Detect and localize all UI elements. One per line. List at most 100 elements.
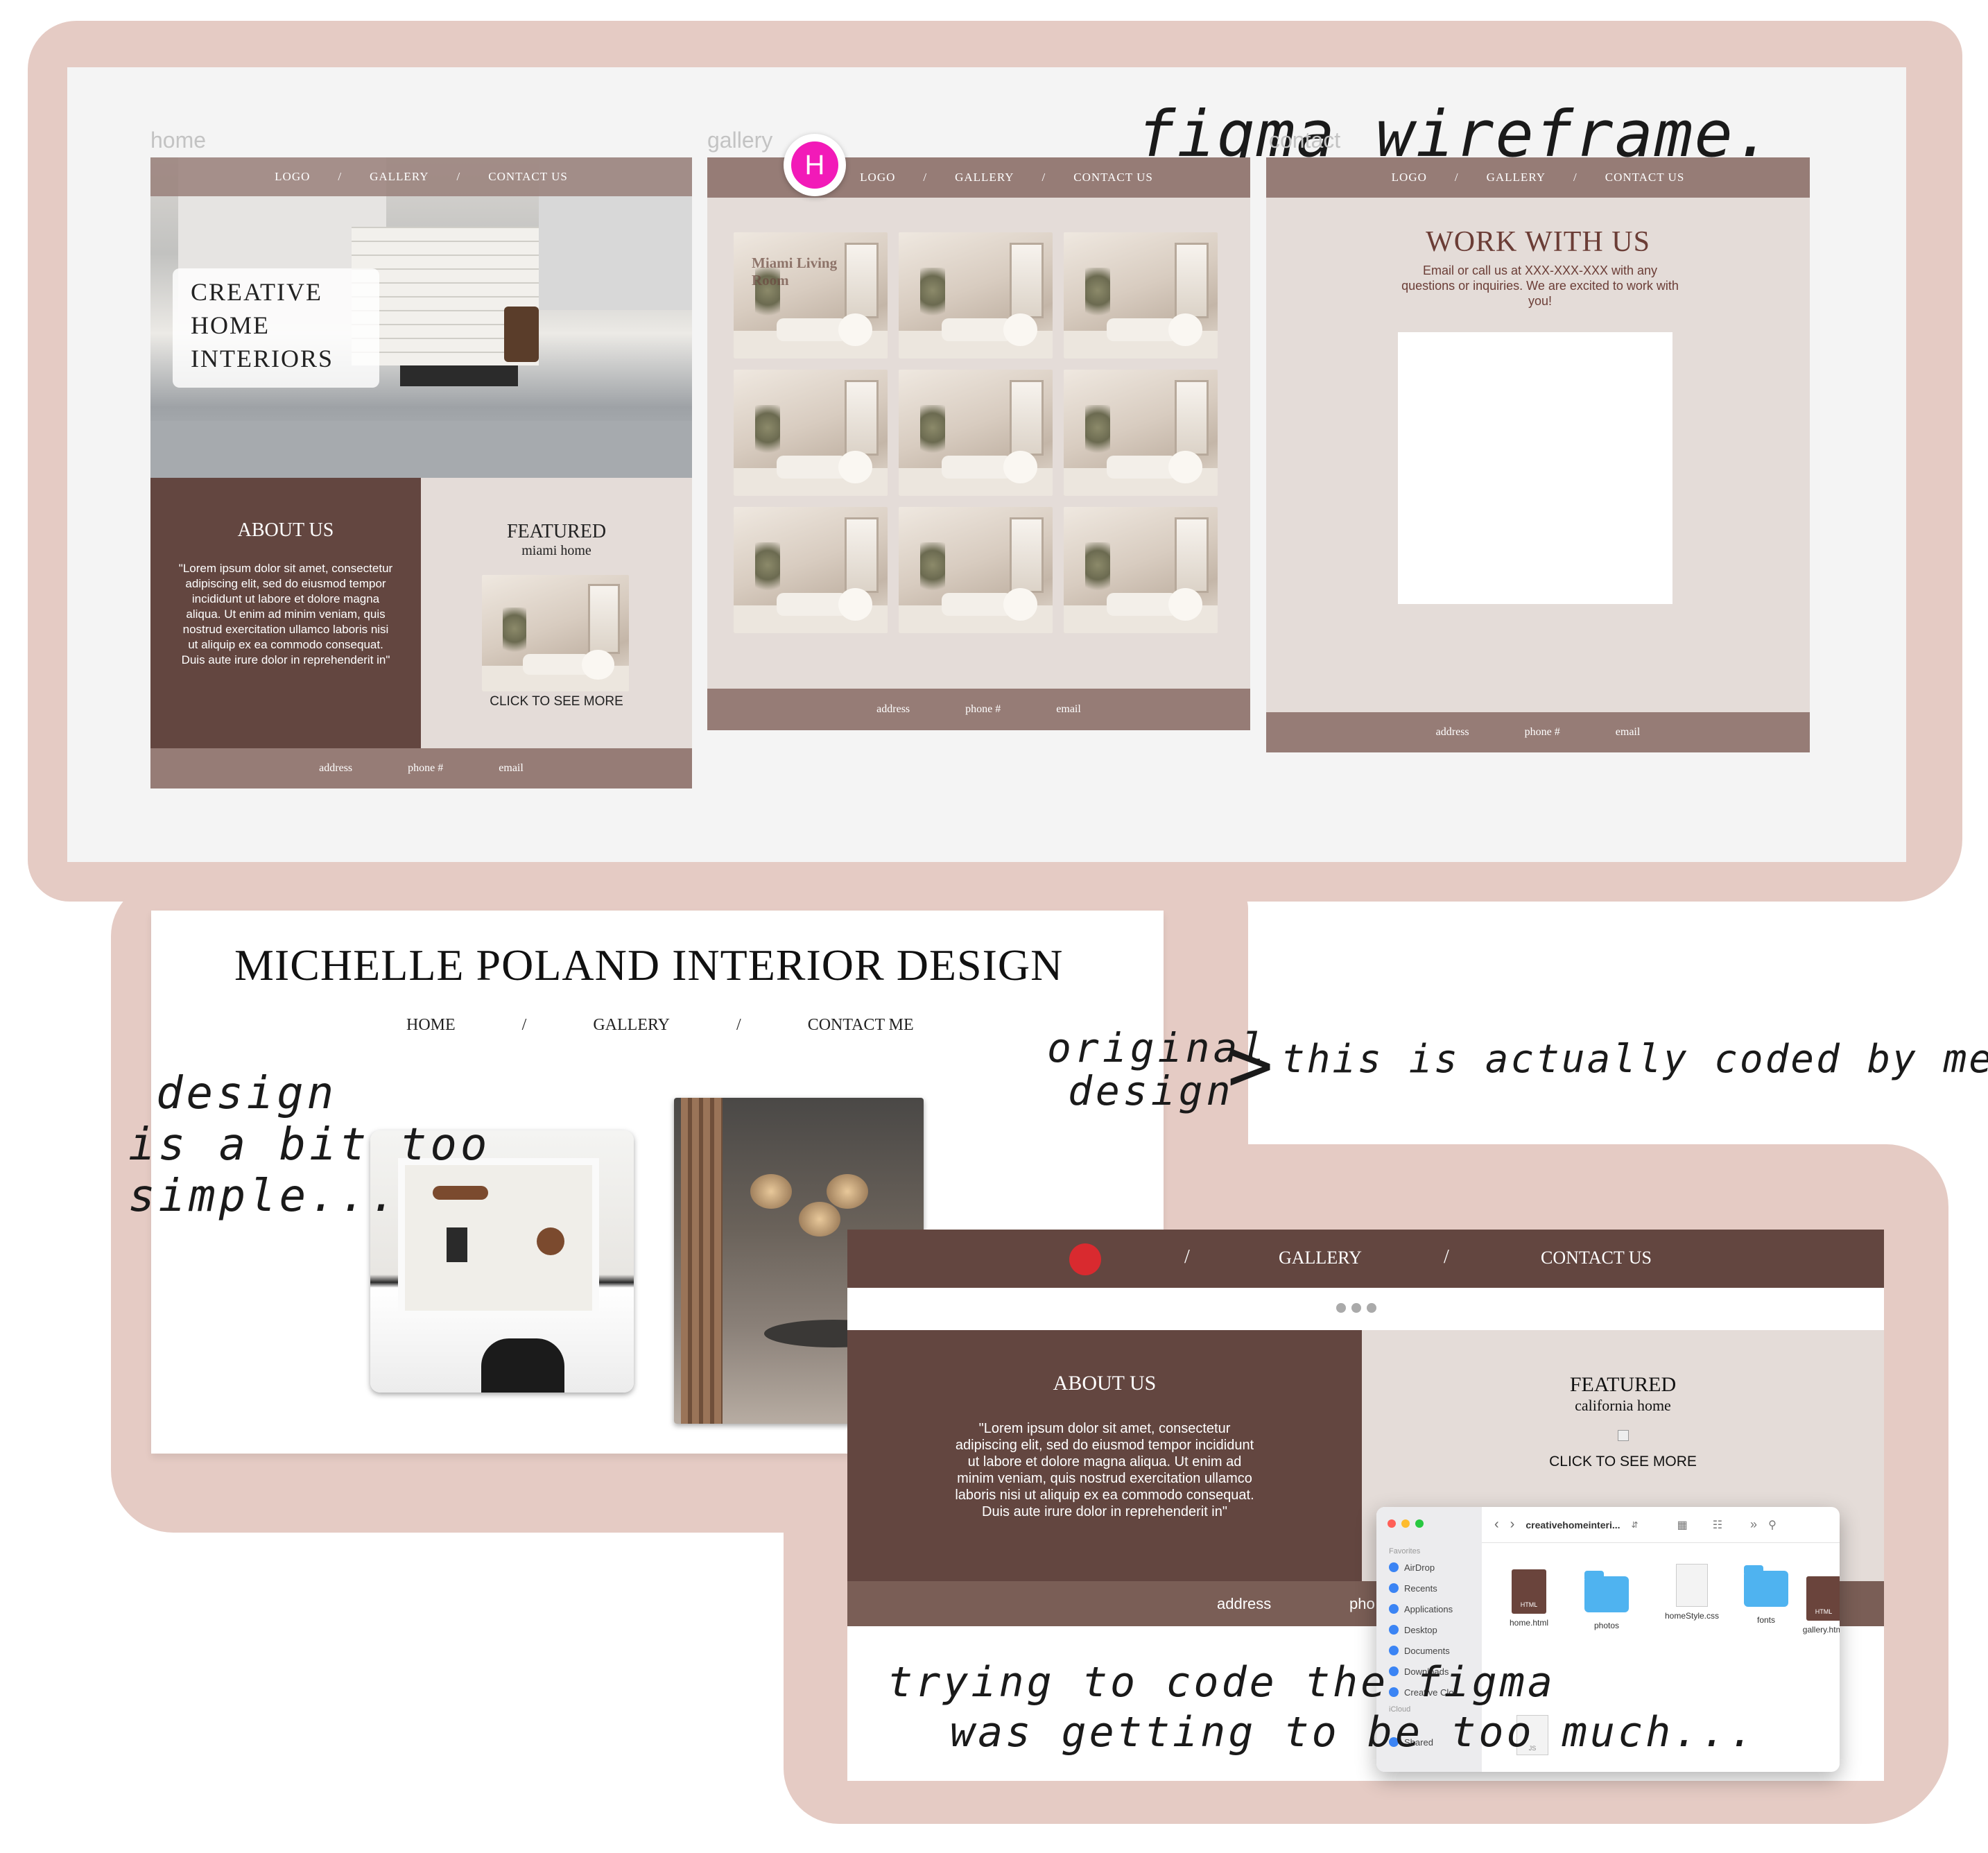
- dot-icon: [1336, 1303, 1346, 1313]
- home-featured-panel: FEATURED miami home CLICK TO SEE MORE: [421, 478, 692, 748]
- annotation-too-much-line-2: was getting to be too much...: [950, 1708, 1757, 1757]
- home-nav-gallery[interactable]: GALLERY: [370, 170, 429, 184]
- finder-toolbar: ‹ › creativehomeinteri... ⇵ ▦ ☷ » ⚲: [1482, 1507, 1840, 1543]
- sidebar-item-applications[interactable]: Applications: [1389, 1598, 1475, 1619]
- annotation-too-much-line-1: trying to code the figma: [888, 1658, 1555, 1707]
- gallery-tile[interactable]: [899, 370, 1053, 496]
- hero-title-line-3: INTERIORS: [191, 345, 334, 372]
- original-nav-gallery[interactable]: GALLERY: [593, 1016, 670, 1035]
- css-file-icon: [1676, 1564, 1708, 1607]
- home-footer-phone: phone #: [408, 762, 444, 774]
- home-nav: LOGO / GALLERY / CONTACT US: [150, 157, 692, 196]
- home-featured-subtitle: miami home: [521, 543, 591, 558]
- gallery-tile[interactable]: [734, 370, 888, 496]
- gallery-tile[interactable]: [1064, 370, 1218, 496]
- coded-featured-title: FEATURED: [1569, 1373, 1677, 1396]
- figma-user-avatar[interactable]: H: [784, 134, 846, 196]
- home-about-text: "Lorem ipsum dolor sit amet, consectetur…: [178, 562, 393, 666]
- original-nav-sep2: /: [736, 1016, 741, 1034]
- folder-photos[interactable]: photos: [1579, 1571, 1634, 1630]
- coded-featured-cta[interactable]: CLICK TO SEE MORE: [1362, 1454, 1884, 1470]
- desktop-icon: [1389, 1625, 1399, 1635]
- home-about-title: ABOUT US: [237, 519, 334, 541]
- gallery-tile[interactable]: [1064, 507, 1218, 633]
- coded-featured-subtitle: california home: [1575, 1397, 1671, 1414]
- sidebar-item-recents[interactable]: Recents: [1389, 1578, 1475, 1598]
- original-nav-sep1: /: [521, 1016, 527, 1034]
- home-frame: LOGO / GALLERY / CONTACT US CREATIVE HOM…: [150, 157, 692, 788]
- file-homestyle-css[interactable]: homeStyle.css: [1654, 1564, 1730, 1621]
- gallery-tile[interactable]: [899, 507, 1053, 633]
- home-featured-cta[interactable]: CLICK TO SEE MORE: [421, 694, 692, 709]
- gallery-tile[interactable]: [899, 232, 1053, 359]
- home-about-panel: ABOUT US "Lorem ipsum dolor sit amet, co…: [150, 478, 421, 748]
- original-site-title: MICHELLE POLAND INTERIOR DESIGN: [234, 940, 1064, 990]
- original-nav-contact[interactable]: CONTACT ME: [808, 1016, 914, 1035]
- coded-footer-address: address: [1217, 1595, 1272, 1612]
- zoom-button[interactable]: [1415, 1519, 1424, 1528]
- gallery-nav-logo[interactable]: LOGO: [860, 171, 895, 184]
- annotation-too-much: trying to code the figma was getting to …: [888, 1657, 1757, 1757]
- gallery-tile[interactable]: [1064, 232, 1218, 359]
- home-footer-email: email: [499, 762, 524, 774]
- original-nav: HOME / GALLERY / CONTACT ME: [406, 1016, 1058, 1035]
- gallery-footer: address phone # email: [707, 689, 1250, 730]
- finder-path-title: creativehomeinteri...: [1525, 1519, 1620, 1531]
- gallery-nav-contact[interactable]: CONTACT US: [1073, 171, 1153, 184]
- coded-nav-contact[interactable]: CONTACT US: [1541, 1248, 1652, 1268]
- contact-form-box[interactable]: [1398, 332, 1672, 604]
- grid-view-icon[interactable]: ▦: [1677, 1518, 1688, 1532]
- coded-nav-sep2: /: [1444, 1246, 1449, 1268]
- coded-nav-gallery[interactable]: GALLERY: [1279, 1248, 1362, 1268]
- contact-nav-gallery[interactable]: GALLERY: [1487, 171, 1546, 184]
- avatar-letter: H: [791, 141, 838, 189]
- gallery-frame-label: gallery: [707, 128, 773, 153]
- file-label: gallery.html: [1802, 1625, 1840, 1635]
- contact-nav-contact[interactable]: CONTACT US: [1605, 171, 1685, 184]
- hero-title-box: CREATIVE HOME INTERIORS: [173, 268, 379, 388]
- gallery-tile[interactable]: Miami Living Room: [734, 232, 888, 359]
- sidebar-item-desktop[interactable]: Desktop: [1389, 1619, 1475, 1640]
- airdrop-icon: [1389, 1562, 1399, 1572]
- minimize-button[interactable]: [1401, 1519, 1410, 1528]
- sidebar-item-airdrop[interactable]: AirDrop: [1389, 1557, 1475, 1578]
- group-view-icon[interactable]: ☷: [1713, 1518, 1722, 1532]
- gallery-nav-sep1: /: [923, 171, 928, 184]
- search-icon[interactable]: ⚲: [1768, 1518, 1777, 1532]
- home-footer: address phone # email: [150, 748, 692, 788]
- home-footer-address: address: [319, 762, 353, 774]
- file-label: home.html: [1509, 1618, 1549, 1628]
- gallery-nav-sep2: /: [1041, 171, 1046, 184]
- more-chevron-icon[interactable]: »: [1750, 1517, 1757, 1532]
- path-stepper-icon[interactable]: ⇵: [1632, 1520, 1639, 1530]
- contact-nav-logo[interactable]: LOGO: [1392, 171, 1427, 184]
- file-home-html[interactable]: HTML home.html: [1501, 1569, 1557, 1628]
- folder-fonts[interactable]: fonts: [1738, 1565, 1794, 1625]
- coded-nav: / GALLERY / CONTACT US: [847, 1230, 1884, 1288]
- folder-icon: [1744, 1565, 1788, 1607]
- home-nav-sep2: /: [456, 170, 461, 183]
- back-chevron-icon[interactable]: ‹: [1494, 1517, 1499, 1533]
- hero-title-line-1: CREATIVE: [191, 278, 322, 306]
- file-gallery-html[interactable]: HTML gallery.html: [1792, 1576, 1840, 1635]
- home-featured-image[interactable]: [482, 575, 629, 691]
- gallery-tile-caption: Miami Living Room: [752, 255, 838, 288]
- home-nav-logo[interactable]: LOGO: [275, 170, 310, 184]
- window-controls: [1388, 1519, 1424, 1528]
- home-nav-contact[interactable]: CONTACT US: [488, 170, 568, 184]
- close-button[interactable]: [1388, 1519, 1396, 1528]
- gallery-footer-phone: phone #: [965, 703, 1001, 715]
- contact-nav-sep2: /: [1573, 171, 1578, 184]
- contact-frame-label: contact: [1269, 128, 1341, 153]
- gallery-tile[interactable]: [734, 507, 888, 633]
- coded-about-panel: ABOUT US "Lorem ipsum dolor sit amet, co…: [847, 1330, 1362, 1581]
- annotation-too-simple-line-1: design: [156, 1068, 338, 1119]
- original-nav-home[interactable]: HOME: [406, 1016, 456, 1035]
- gallery-nav-gallery[interactable]: GALLERY: [955, 171, 1014, 184]
- coded-logo-icon[interactable]: [1069, 1243, 1101, 1275]
- sidebar-item-label: Desktop: [1404, 1624, 1437, 1635]
- annotation-coded-by-me: this is actually coded by me!: [1281, 1037, 1988, 1082]
- forward-chevron-icon[interactable]: ›: [1510, 1517, 1515, 1533]
- contact-footer-address: address: [1435, 726, 1469, 738]
- contact-title: WORK WITH US: [1426, 226, 1650, 258]
